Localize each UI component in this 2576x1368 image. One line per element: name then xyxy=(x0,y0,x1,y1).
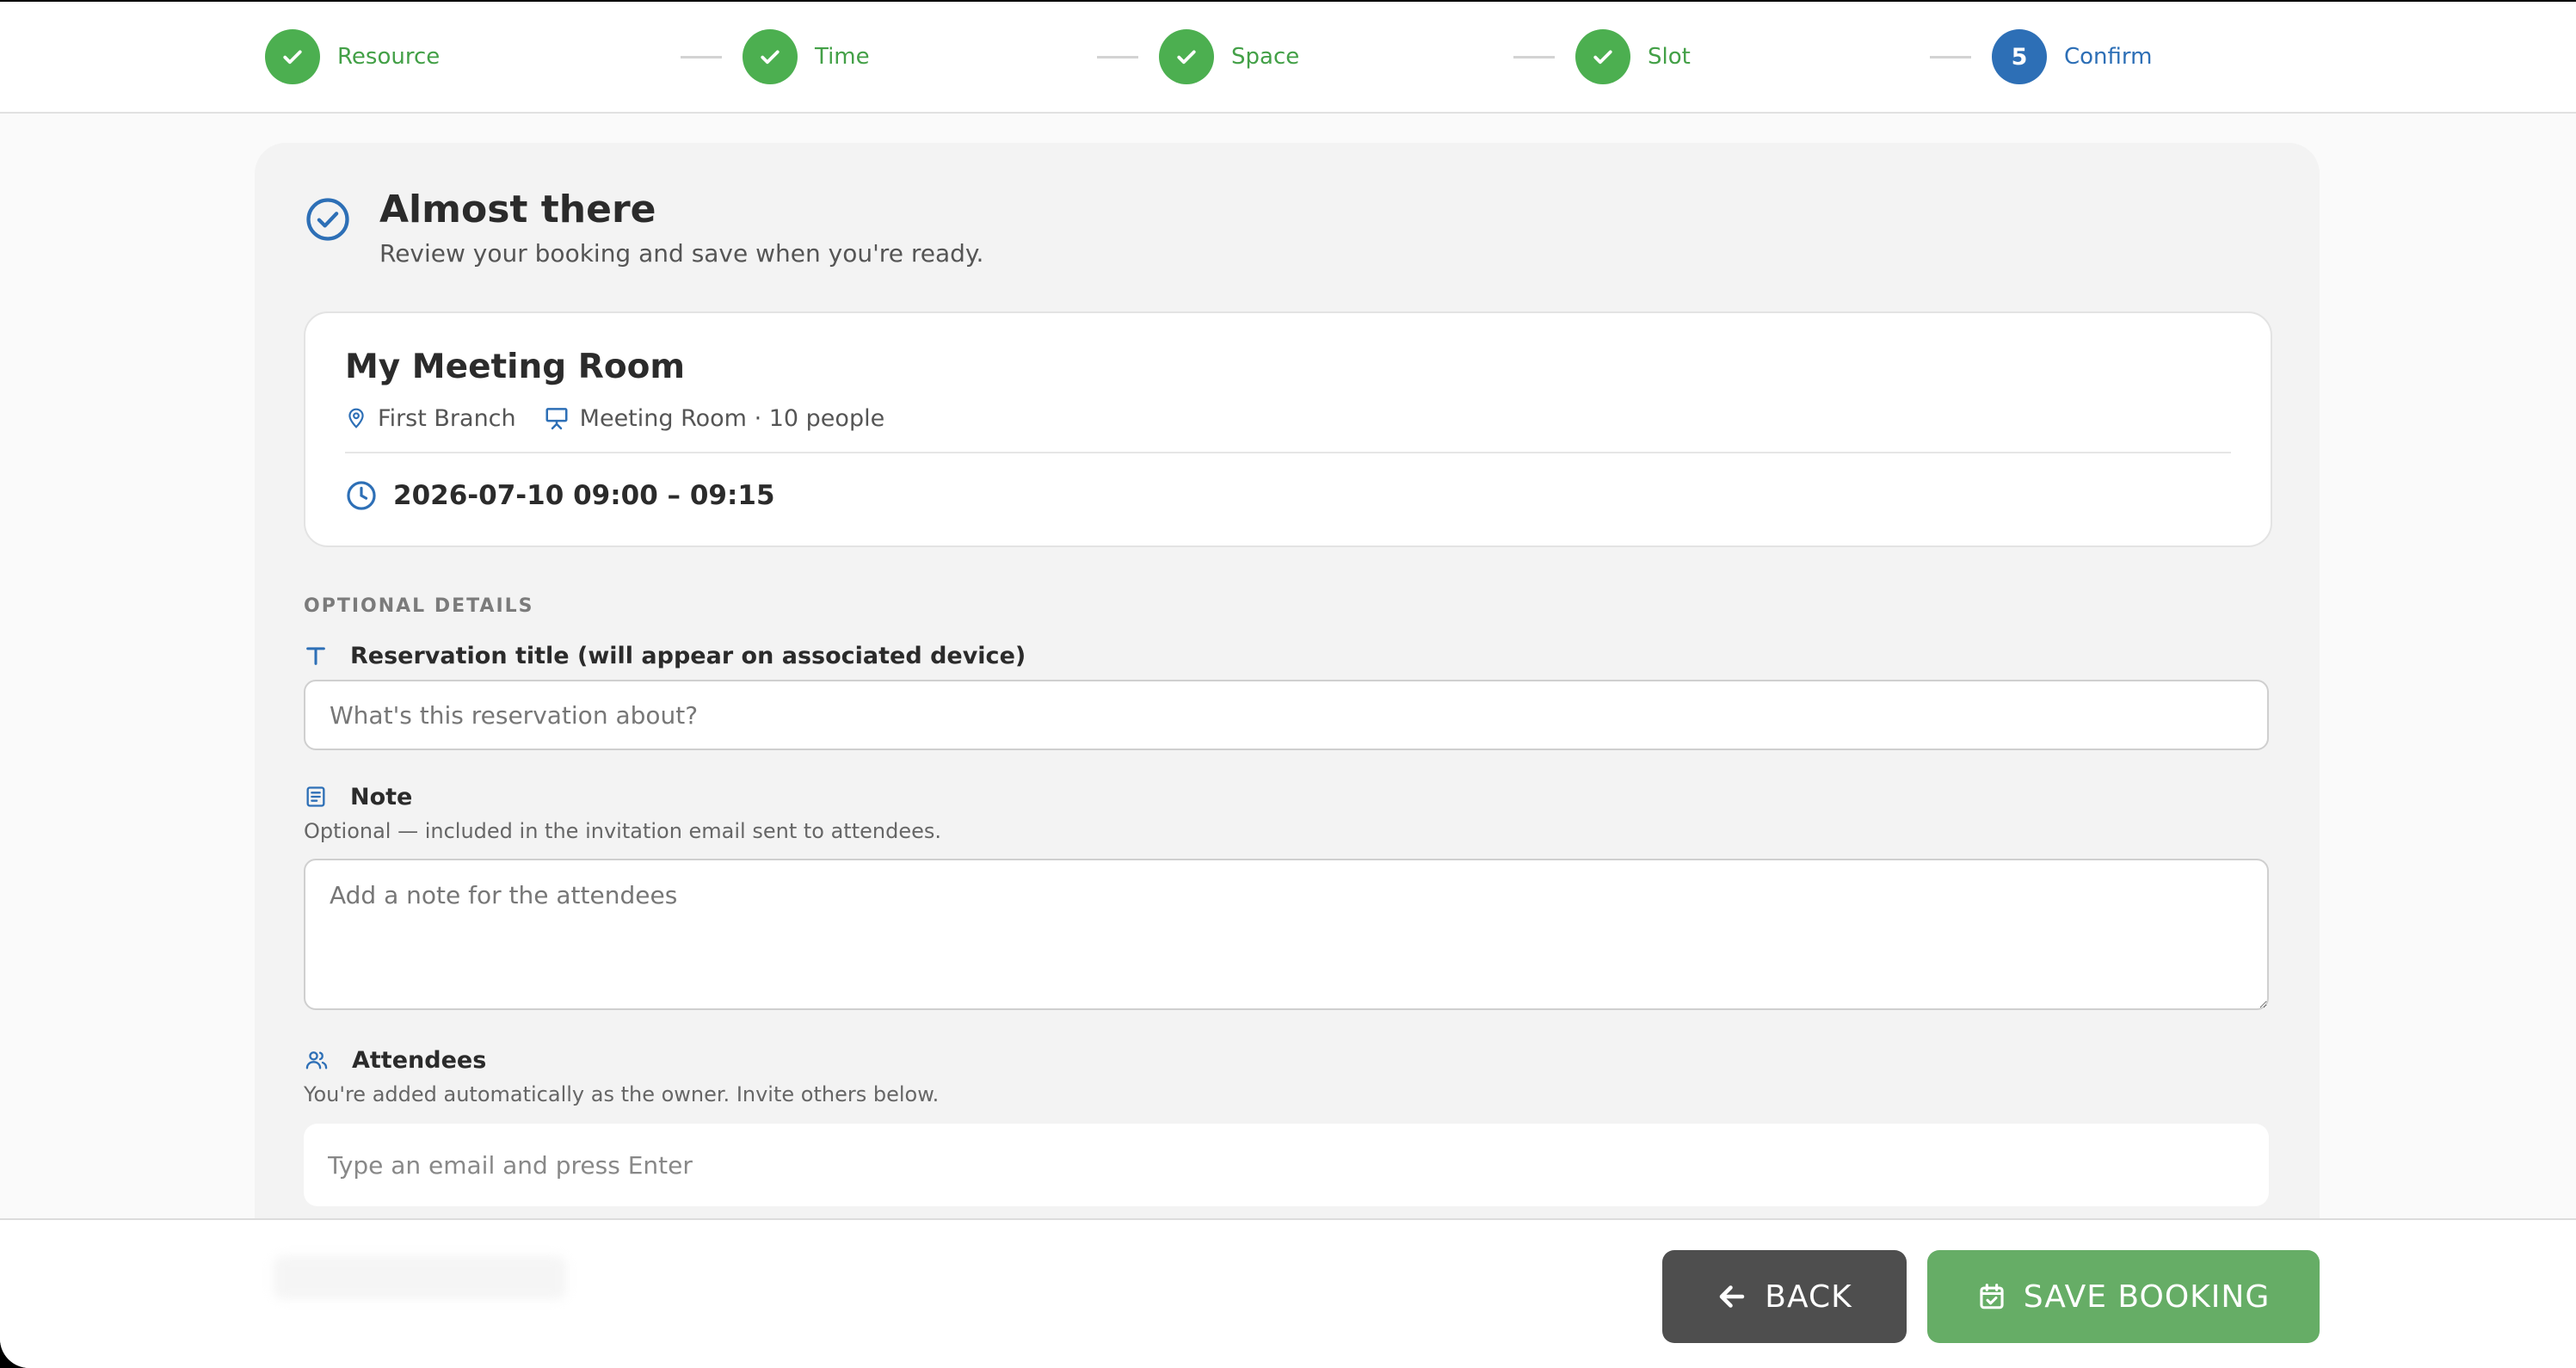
step-label: Slot xyxy=(1648,44,1691,70)
room-name: My Meeting Room xyxy=(345,348,686,386)
reservation-title-label-text: Reservation title (will appear on associ… xyxy=(350,642,1026,669)
note-textarea[interactable] xyxy=(304,859,2269,1010)
check-icon xyxy=(743,29,798,84)
location-pin-icon xyxy=(348,408,364,428)
note-label: Note xyxy=(304,780,412,814)
step-space[interactable]: Space xyxy=(1159,29,1299,84)
back-button[interactable]: BACK xyxy=(1662,1250,1907,1343)
step-confirm[interactable]: 5 Confirm xyxy=(1992,29,2152,84)
step-resource[interactable]: Resource xyxy=(265,29,440,84)
step-connector xyxy=(1097,56,1138,59)
booking-time: 2026-07-10 09:00 – 09:15 xyxy=(345,477,775,515)
attendee-email-input[interactable] xyxy=(304,1124,2269,1206)
step-connector xyxy=(1930,56,1971,59)
note-icon xyxy=(306,786,325,807)
step-label: Confirm xyxy=(2064,44,2153,70)
save-booking-button[interactable]: SAVE BOOKING xyxy=(1927,1250,2320,1343)
step-label: Resource xyxy=(337,44,441,70)
booking-stepper: Resource Time Space Slot 5 Confirm xyxy=(0,2,2576,114)
text-format-icon xyxy=(306,647,325,665)
action-bar: BACK SAVE BOOKING xyxy=(0,1218,2576,1368)
check-circle-icon xyxy=(305,196,351,246)
step-connector xyxy=(681,56,722,59)
people-icon xyxy=(305,1051,328,1069)
optional-details-heading: OPTIONAL DETAILS xyxy=(304,595,534,617)
confirm-card: Almost there Review your booking and sav… xyxy=(255,143,2320,1368)
calendar-check-icon xyxy=(1980,1283,2004,1309)
clock-icon xyxy=(347,481,376,510)
step-label: Space xyxy=(1231,44,1300,70)
attendees-help: You're added automatically as the owner.… xyxy=(304,1082,940,1106)
step-time[interactable]: Time xyxy=(743,29,870,84)
check-icon xyxy=(265,29,320,84)
step-connector xyxy=(1513,56,1555,59)
page-title: Almost there xyxy=(379,188,656,231)
check-icon xyxy=(1575,29,1630,84)
step-label: Time xyxy=(815,44,870,70)
attendees-label-text: Attendees xyxy=(352,1046,487,1074)
check-icon xyxy=(1159,29,1214,84)
presentation-board-icon xyxy=(545,408,568,430)
step-slot[interactable]: Slot xyxy=(1575,29,1691,84)
booking-summary: My Meeting Room First Branch Meeting Roo… xyxy=(304,311,2272,547)
booking-page: Resource Time Space Slot 5 Confirm Almos… xyxy=(0,2,2576,1368)
summary-divider xyxy=(345,452,2231,453)
reservation-title-input[interactable] xyxy=(304,680,2269,750)
reservation-title-label: Reservation title (will appear on associ… xyxy=(304,638,1026,673)
booking-datetime: 2026-07-10 09:00 – 09:15 xyxy=(393,480,775,511)
room-meta: First Branch Meeting Room · 10 people xyxy=(345,403,884,434)
page-subtitle: Review your booking and save when you're… xyxy=(379,239,984,268)
save-button-label: SAVE BOOKING xyxy=(2023,1279,2271,1315)
location-text: First Branch xyxy=(378,404,516,432)
back-button-label: BACK xyxy=(1765,1279,1852,1315)
faded-placeholder xyxy=(274,1256,566,1299)
arrow-left-icon xyxy=(1720,1285,1745,1308)
note-label-text: Note xyxy=(350,783,413,810)
step-number: 5 xyxy=(1992,29,2047,84)
room-info-text: Meeting Room · 10 people xyxy=(579,404,885,432)
note-help: Optional — included in the invitation em… xyxy=(304,819,941,843)
attendees-label: Attendees xyxy=(304,1043,486,1077)
